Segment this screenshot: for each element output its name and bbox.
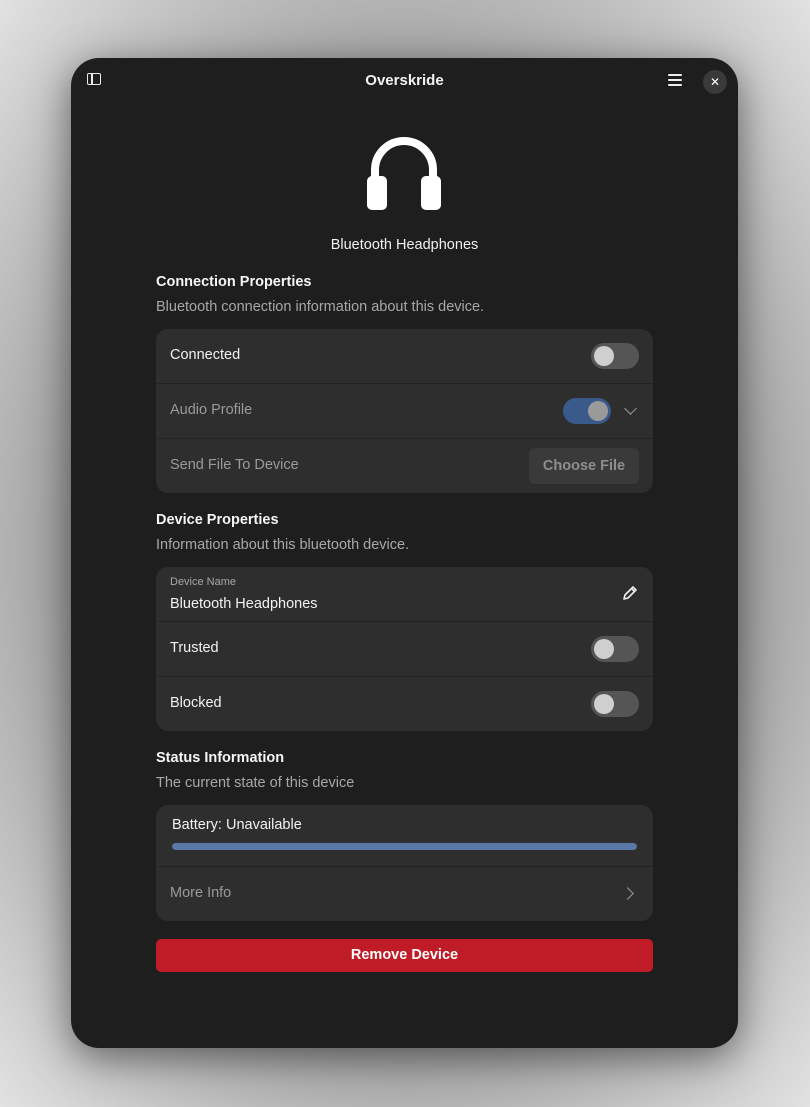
headphones-icon (367, 137, 441, 210)
connected-label: Connected (170, 347, 241, 363)
app-window: Overskride ✕ Bluetooth Headphones Connec… (71, 58, 738, 1048)
connection-section-title: Connection Properties (156, 274, 312, 290)
more-info-label: More Info (170, 885, 232, 901)
pencil-icon[interactable] (622, 585, 638, 601)
audio-profile-switch[interactable] (563, 398, 611, 424)
battery-progress-fill (172, 843, 637, 850)
chevron-down-icon[interactable] (624, 402, 637, 415)
choose-file-button[interactable]: Choose File (529, 448, 639, 484)
status-section-title: Status Information (156, 750, 285, 766)
audio-profile-row[interactable]: Audio Profile (156, 384, 653, 439)
status-section-description: The current state of this device (156, 775, 355, 791)
close-button[interactable]: ✕ (703, 70, 727, 94)
more-info-row[interactable]: More Info (156, 867, 653, 921)
connection-card: Connected Audio Profile Send File To Dev… (156, 329, 653, 493)
blocked-label: Blocked (170, 695, 222, 711)
send-file-row: Send File To Device Choose File (156, 439, 653, 493)
trusted-row: Trusted (156, 622, 653, 677)
audio-profile-label: Audio Profile (170, 402, 253, 418)
device-section-description: Information about this bluetooth device. (156, 537, 410, 553)
device-name-field[interactable]: Bluetooth Headphones (170, 596, 318, 612)
trusted-label: Trusted (170, 640, 219, 656)
device-card: Device Name Bluetooth Headphones Trusted… (156, 567, 653, 731)
blocked-switch[interactable] (591, 691, 639, 717)
device-name-field-label: Device Name (170, 576, 237, 588)
device-section-title: Device Properties (156, 512, 279, 528)
battery-progress-bar (172, 843, 637, 850)
battery-row: Battery: Unavailable (156, 805, 653, 867)
send-file-label: Send File To Device (170, 457, 299, 473)
trusted-switch[interactable] (591, 636, 639, 662)
remove-device-button[interactable]: Remove Device (156, 939, 653, 972)
connected-switch[interactable] (591, 343, 639, 369)
status-card: Battery: Unavailable More Info (156, 805, 653, 921)
close-icon: ✕ (709, 75, 721, 89)
window-title: Overskride (365, 72, 444, 89)
header-bar: Overskride ✕ (71, 58, 738, 104)
hamburger-menu-icon[interactable] (668, 73, 682, 87)
battery-label: Battery: Unavailable (172, 817, 302, 833)
blocked-row: Blocked (156, 677, 653, 731)
device-name-row[interactable]: Device Name Bluetooth Headphones (156, 567, 653, 622)
device-name: Bluetooth Headphones (330, 237, 479, 253)
connected-row: Connected (156, 329, 653, 384)
chevron-right-icon (621, 887, 634, 900)
connection-section-description: Bluetooth connection information about t… (156, 299, 485, 315)
